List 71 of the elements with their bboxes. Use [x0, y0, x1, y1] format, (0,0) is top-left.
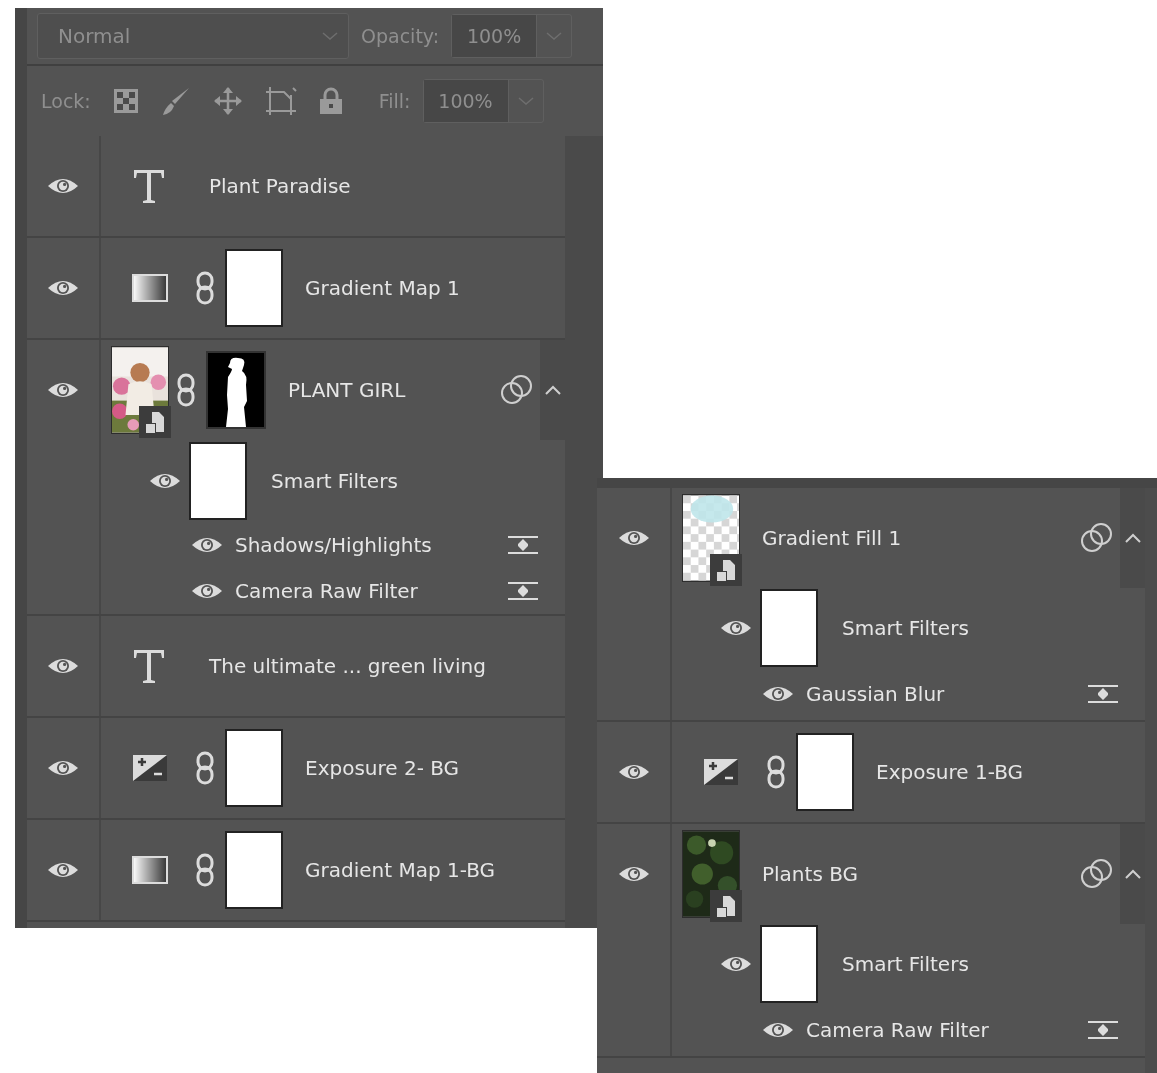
eye-icon[interactable] — [762, 1020, 794, 1040]
chevron-icon — [546, 31, 563, 41]
eye-icon[interactable] — [149, 471, 181, 491]
layer-name: The ultimate ... green living — [209, 654, 487, 678]
eye-icon[interactable] — [47, 380, 79, 400]
exposure-icon — [703, 758, 739, 786]
move-icon[interactable] — [212, 86, 243, 116]
lock-icon[interactable] — [318, 87, 343, 115]
eye-icon[interactable] — [720, 618, 752, 638]
smart-object-icon — [710, 554, 742, 586]
exposure-icon — [132, 754, 168, 782]
caret-icon — [1123, 868, 1142, 880]
filter-name: Gaussian Blur — [806, 682, 946, 706]
type-icon — [132, 168, 166, 204]
type-icon — [132, 648, 166, 684]
gradient-map-icon — [132, 274, 168, 302]
fill-label: Fill: — [378, 90, 411, 112]
overlapping-circles-icon[interactable] — [1080, 859, 1114, 889]
blending-options-icon[interactable] — [507, 579, 539, 603]
blending-options-icon[interactable] — [507, 533, 539, 557]
opacity-label: Opacity: — [361, 25, 440, 47]
eye-icon[interactable] — [617, 864, 650, 884]
chevron-icon — [322, 31, 338, 41]
overlapping-circles-icon[interactable] — [500, 375, 534, 405]
layer-name: Gradient Map 1 — [305, 276, 461, 300]
gradient-map-icon — [132, 856, 168, 884]
link-icon[interactable] — [195, 853, 215, 887]
eye-icon[interactable] — [47, 656, 79, 676]
eye-icon[interactable] — [191, 581, 223, 601]
link-icon[interactable] — [766, 755, 786, 789]
smart-object-icon — [139, 406, 171, 438]
eye-icon[interactable] — [47, 860, 79, 880]
filter-name: Camera Raw Filter — [235, 579, 419, 603]
link-icon[interactable] — [195, 751, 215, 785]
eye-icon[interactable] — [47, 278, 79, 298]
layer-name: Gradient Fill 1 — [762, 526, 903, 550]
layer-name: Gradient Map 1-BG — [305, 858, 497, 882]
layer-name: Exposure 1-BG — [876, 760, 1025, 784]
eye-icon[interactable] — [617, 762, 650, 782]
eye-icon[interactable] — [47, 176, 79, 196]
filter-name: Shadows/Highlights — [235, 533, 433, 557]
blending-options-icon[interactable] — [1087, 1018, 1119, 1042]
smart-object-icon — [710, 890, 742, 922]
scrollbar-track[interactable] — [565, 136, 603, 928]
layer-name: Plant Paradise — [209, 174, 352, 198]
opacity-field[interactable]: 100% — [451, 14, 573, 58]
blending-options-icon[interactable] — [1087, 682, 1119, 706]
fill-field[interactable]: 100% — [422, 79, 544, 123]
lock-label: Lock: — [41, 90, 91, 112]
artboard-icon[interactable] — [264, 86, 297, 116]
smart-filters-label: Smart Filters — [842, 616, 969, 640]
smart-filters-label: Smart Filters — [271, 469, 398, 493]
brush-icon[interactable] — [160, 86, 191, 116]
eye-icon[interactable] — [47, 758, 79, 778]
link-icon[interactable] — [176, 373, 196, 407]
caret-icon — [543, 384, 562, 396]
chevron-icon — [517, 96, 534, 106]
smart-filters-label: Smart Filters — [842, 952, 969, 976]
blend-mode-dropdown[interactable]: Normal — [37, 13, 349, 59]
eye-icon[interactable] — [720, 954, 752, 974]
eye-icon[interactable] — [617, 528, 650, 548]
eye-icon[interactable] — [762, 684, 794, 704]
checkerboard-icon[interactable] — [112, 88, 139, 114]
layer-name: Exposure 2- BG — [305, 756, 461, 780]
layer-name: PLANT GIRL — [288, 378, 407, 402]
eye-icon[interactable] — [191, 535, 223, 555]
caret-icon — [1123, 532, 1142, 544]
overlapping-circles-icon[interactable] — [1080, 523, 1114, 553]
link-icon[interactable] — [195, 271, 215, 305]
layer-name: Plants BG — [762, 862, 860, 886]
filter-name: Camera Raw Filter — [806, 1018, 990, 1042]
